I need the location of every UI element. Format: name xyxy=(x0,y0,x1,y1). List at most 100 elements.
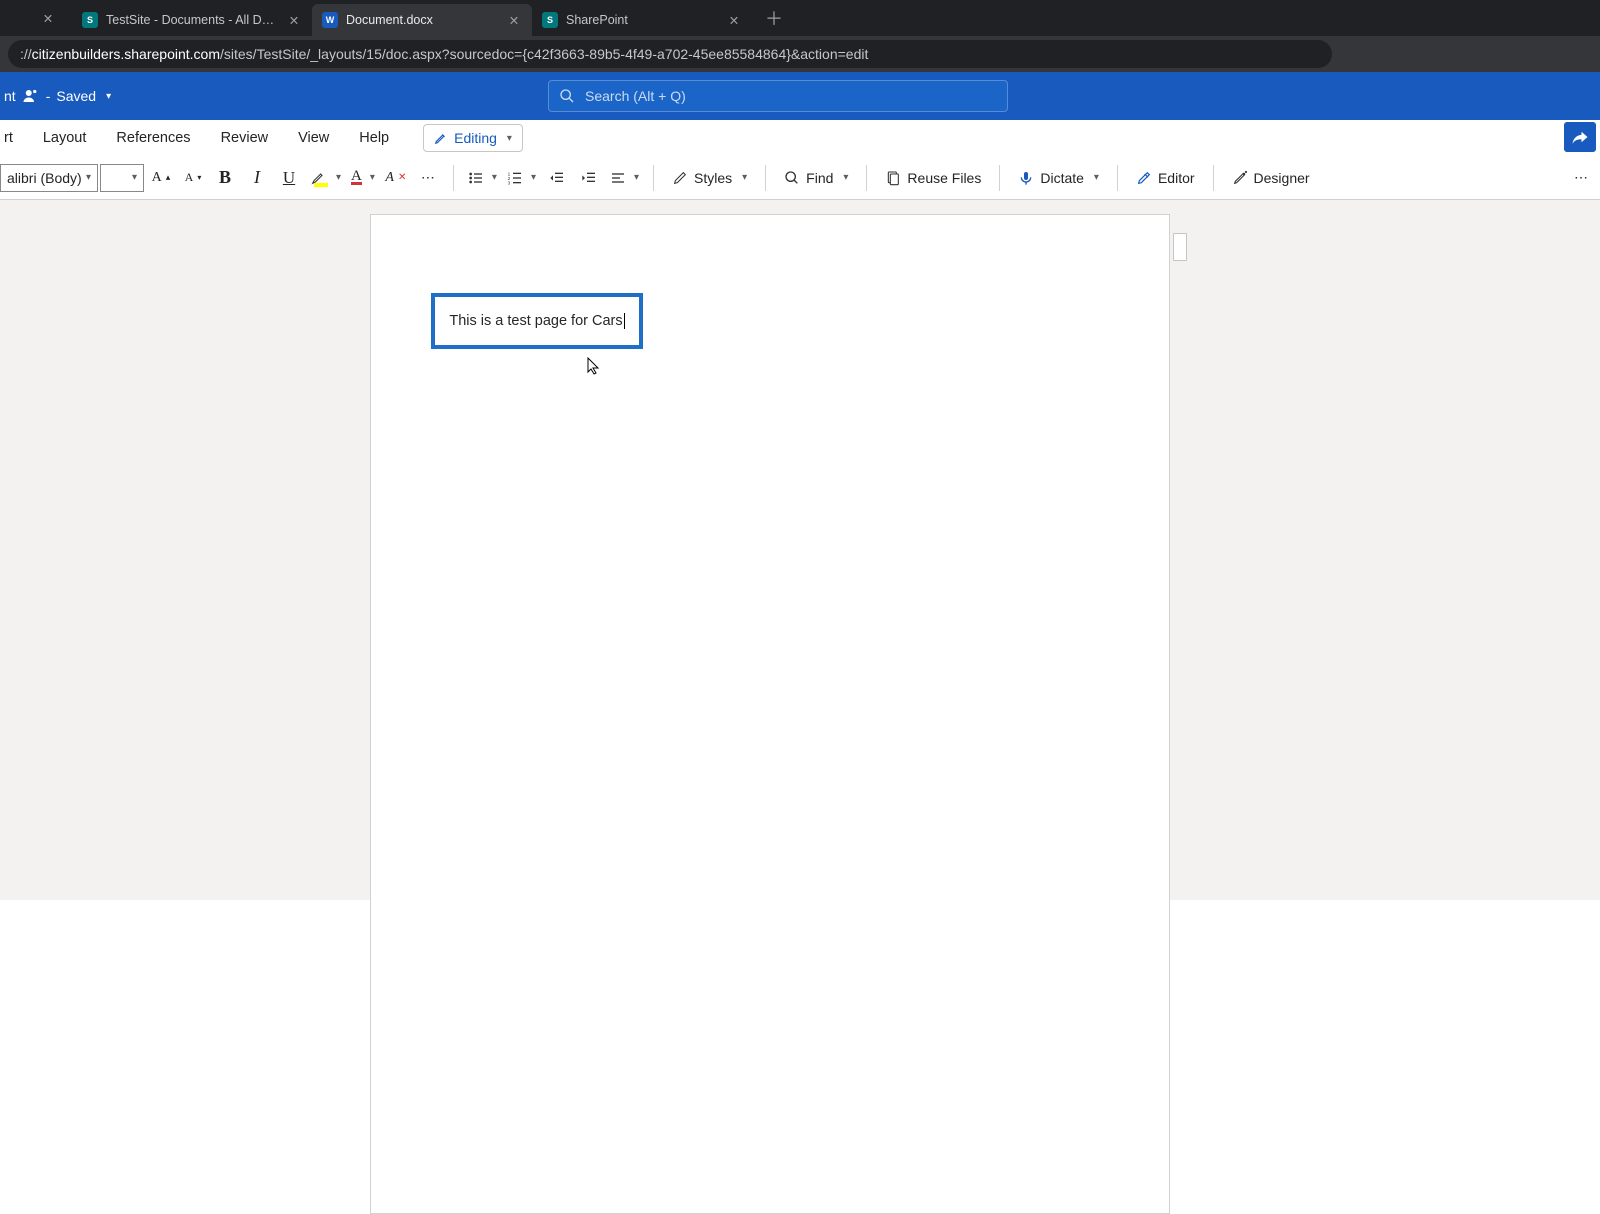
people-icon xyxy=(22,87,40,105)
designer-icon xyxy=(1232,170,1248,186)
outdent-icon xyxy=(549,170,565,186)
close-icon[interactable]: ✕ xyxy=(506,12,522,28)
separator-dash: - xyxy=(46,88,51,104)
ribbon-tab[interactable]: rt xyxy=(2,124,15,152)
font-size-select[interactable]: ▾ xyxy=(100,164,144,192)
search-icon xyxy=(784,170,800,186)
share-button[interactable] xyxy=(1564,122,1596,152)
browser-tab[interactable]: S TestSite - Documents - All Docum ✕ xyxy=(72,4,312,36)
ruler-handle[interactable] xyxy=(1173,233,1187,261)
tab-title: TestSite - Documents - All Docum xyxy=(106,13,278,27)
ribbon-tab[interactable]: Review xyxy=(219,124,271,152)
styles-button[interactable]: Styles ▾ xyxy=(664,162,755,194)
editor-label: Editor xyxy=(1158,170,1195,186)
increase-indent-button[interactable] xyxy=(574,162,604,194)
editor-button[interactable]: Editor xyxy=(1128,162,1203,194)
share-icon xyxy=(1571,128,1589,146)
chevron-down-icon: ▾ xyxy=(336,172,341,183)
separator xyxy=(653,165,654,191)
browser-tab-active[interactable]: W Document.docx ✕ xyxy=(312,4,532,36)
svg-text:3: 3 xyxy=(508,180,511,185)
close-icon[interactable]: ✕ xyxy=(40,10,56,26)
bullets-button[interactable]: ▾ xyxy=(464,162,501,194)
pencil-icon xyxy=(434,131,448,145)
font-name-value: alibri (Body) xyxy=(7,170,82,186)
clear-formatting-button[interactable]: A✕ xyxy=(381,162,411,194)
ribbon-tabs: rt Layout References Review View Help Ed… xyxy=(0,120,1600,156)
textbox-content[interactable]: This is a test page for Cars xyxy=(449,313,622,329)
highlight-button[interactable]: ▾ xyxy=(306,162,345,194)
microphone-icon xyxy=(1018,170,1034,186)
styles-label: Styles xyxy=(694,170,732,186)
search-input[interactable]: Search (Alt + Q) xyxy=(548,80,1008,112)
url-path: /sites/TestSite/_layouts/15/doc.aspx?sou… xyxy=(220,46,868,62)
new-tab-button[interactable]: ＋ xyxy=(760,4,788,32)
search-placeholder: Search (Alt + Q) xyxy=(585,88,686,104)
editor-icon xyxy=(1136,170,1152,186)
numbering-icon: 123 xyxy=(507,170,523,186)
separator xyxy=(1117,165,1118,191)
overflow-button[interactable]: ⋯ xyxy=(1566,162,1596,194)
bold-button[interactable]: B xyxy=(210,162,240,194)
chevron-down-icon: ▾ xyxy=(507,133,512,144)
ribbon-tab[interactable]: Help xyxy=(357,124,391,152)
chevron-down-icon: ▾ xyxy=(634,172,639,183)
designer-button[interactable]: Designer xyxy=(1224,162,1318,194)
url-host: citizenbuilders.sharepoint.com xyxy=(32,46,220,62)
save-state: Saved xyxy=(56,88,96,104)
mouse-cursor-icon xyxy=(587,357,601,378)
find-label: Find xyxy=(806,170,833,186)
word-title-bar: nt - Saved ▾ Search (Alt + Q) xyxy=(0,72,1600,120)
chevron-down-icon: ▾ xyxy=(132,172,137,183)
dictate-button[interactable]: Dictate ▾ xyxy=(1010,162,1107,194)
word-icon: W xyxy=(322,12,338,28)
chevron-down-icon: ▾ xyxy=(370,172,375,183)
separator xyxy=(866,165,867,191)
formatting-toolbar: alibri (Body)▾ ▾ A▴ A▾ B I U ▾ A ▾ A✕ ⋯ … xyxy=(0,156,1600,200)
separator xyxy=(453,165,454,191)
close-icon[interactable]: ✕ xyxy=(286,12,302,28)
ribbon-tab[interactable]: References xyxy=(114,124,192,152)
mode-label: Editing xyxy=(454,130,497,146)
chevron-down-icon: ▾ xyxy=(843,172,848,183)
align-button[interactable]: ▾ xyxy=(606,162,643,194)
chevron-down-icon: ▾ xyxy=(1094,172,1099,183)
designer-label: Designer xyxy=(1254,170,1310,186)
separator xyxy=(765,165,766,191)
editing-mode-button[interactable]: Editing ▾ xyxy=(423,124,523,152)
separator xyxy=(1213,165,1214,191)
align-icon xyxy=(610,170,626,186)
styles-icon xyxy=(672,170,688,186)
chevron-down-icon: ▾ xyxy=(86,172,91,183)
grow-font-button[interactable]: A▴ xyxy=(146,162,176,194)
bullets-icon xyxy=(468,170,484,186)
italic-button[interactable]: I xyxy=(242,162,272,194)
numbering-button[interactable]: 123 ▾ xyxy=(503,162,540,194)
tab-title: Document.docx xyxy=(346,13,498,27)
close-icon[interactable]: ✕ xyxy=(726,12,742,28)
chevron-down-icon: ▾ xyxy=(492,172,497,183)
shrink-font-button[interactable]: A▾ xyxy=(178,162,208,194)
chevron-down-icon: ▾ xyxy=(742,172,747,183)
more-formatting-button[interactable]: ⋯ xyxy=(413,162,443,194)
chevron-down-icon[interactable]: ▾ xyxy=(106,91,111,102)
browser-tab-strip: ✕ S TestSite - Documents - All Docum ✕ W… xyxy=(0,0,1600,36)
ribbon-tab[interactable]: Layout xyxy=(41,124,89,152)
indent-icon xyxy=(581,170,597,186)
reuse-label: Reuse Files xyxy=(907,170,981,186)
browser-address-bar: :// citizenbuilders.sharepoint.com /site… xyxy=(0,36,1600,72)
underline-button[interactable]: U xyxy=(274,162,304,194)
document-canvas[interactable]: This is a test page for Cars xyxy=(0,200,1600,900)
browser-tab[interactable]: S SharePoint ✕ xyxy=(532,4,752,36)
url-field[interactable]: :// citizenbuilders.sharepoint.com /site… xyxy=(8,40,1332,68)
reuse-files-button[interactable]: Reuse Files xyxy=(877,162,989,194)
text-box[interactable]: This is a test page for Cars xyxy=(431,293,643,349)
font-name-select[interactable]: alibri (Body) ▾ xyxy=(0,164,98,192)
font-color-button[interactable]: A ▾ xyxy=(347,162,379,194)
url-prefix: :// xyxy=(20,46,32,62)
ribbon-tab[interactable]: View xyxy=(296,124,331,152)
dictate-label: Dictate xyxy=(1040,170,1084,186)
find-button[interactable]: Find ▾ xyxy=(776,162,856,194)
document-page[interactable]: This is a test page for Cars xyxy=(370,214,1170,1214)
decrease-indent-button[interactable] xyxy=(542,162,572,194)
